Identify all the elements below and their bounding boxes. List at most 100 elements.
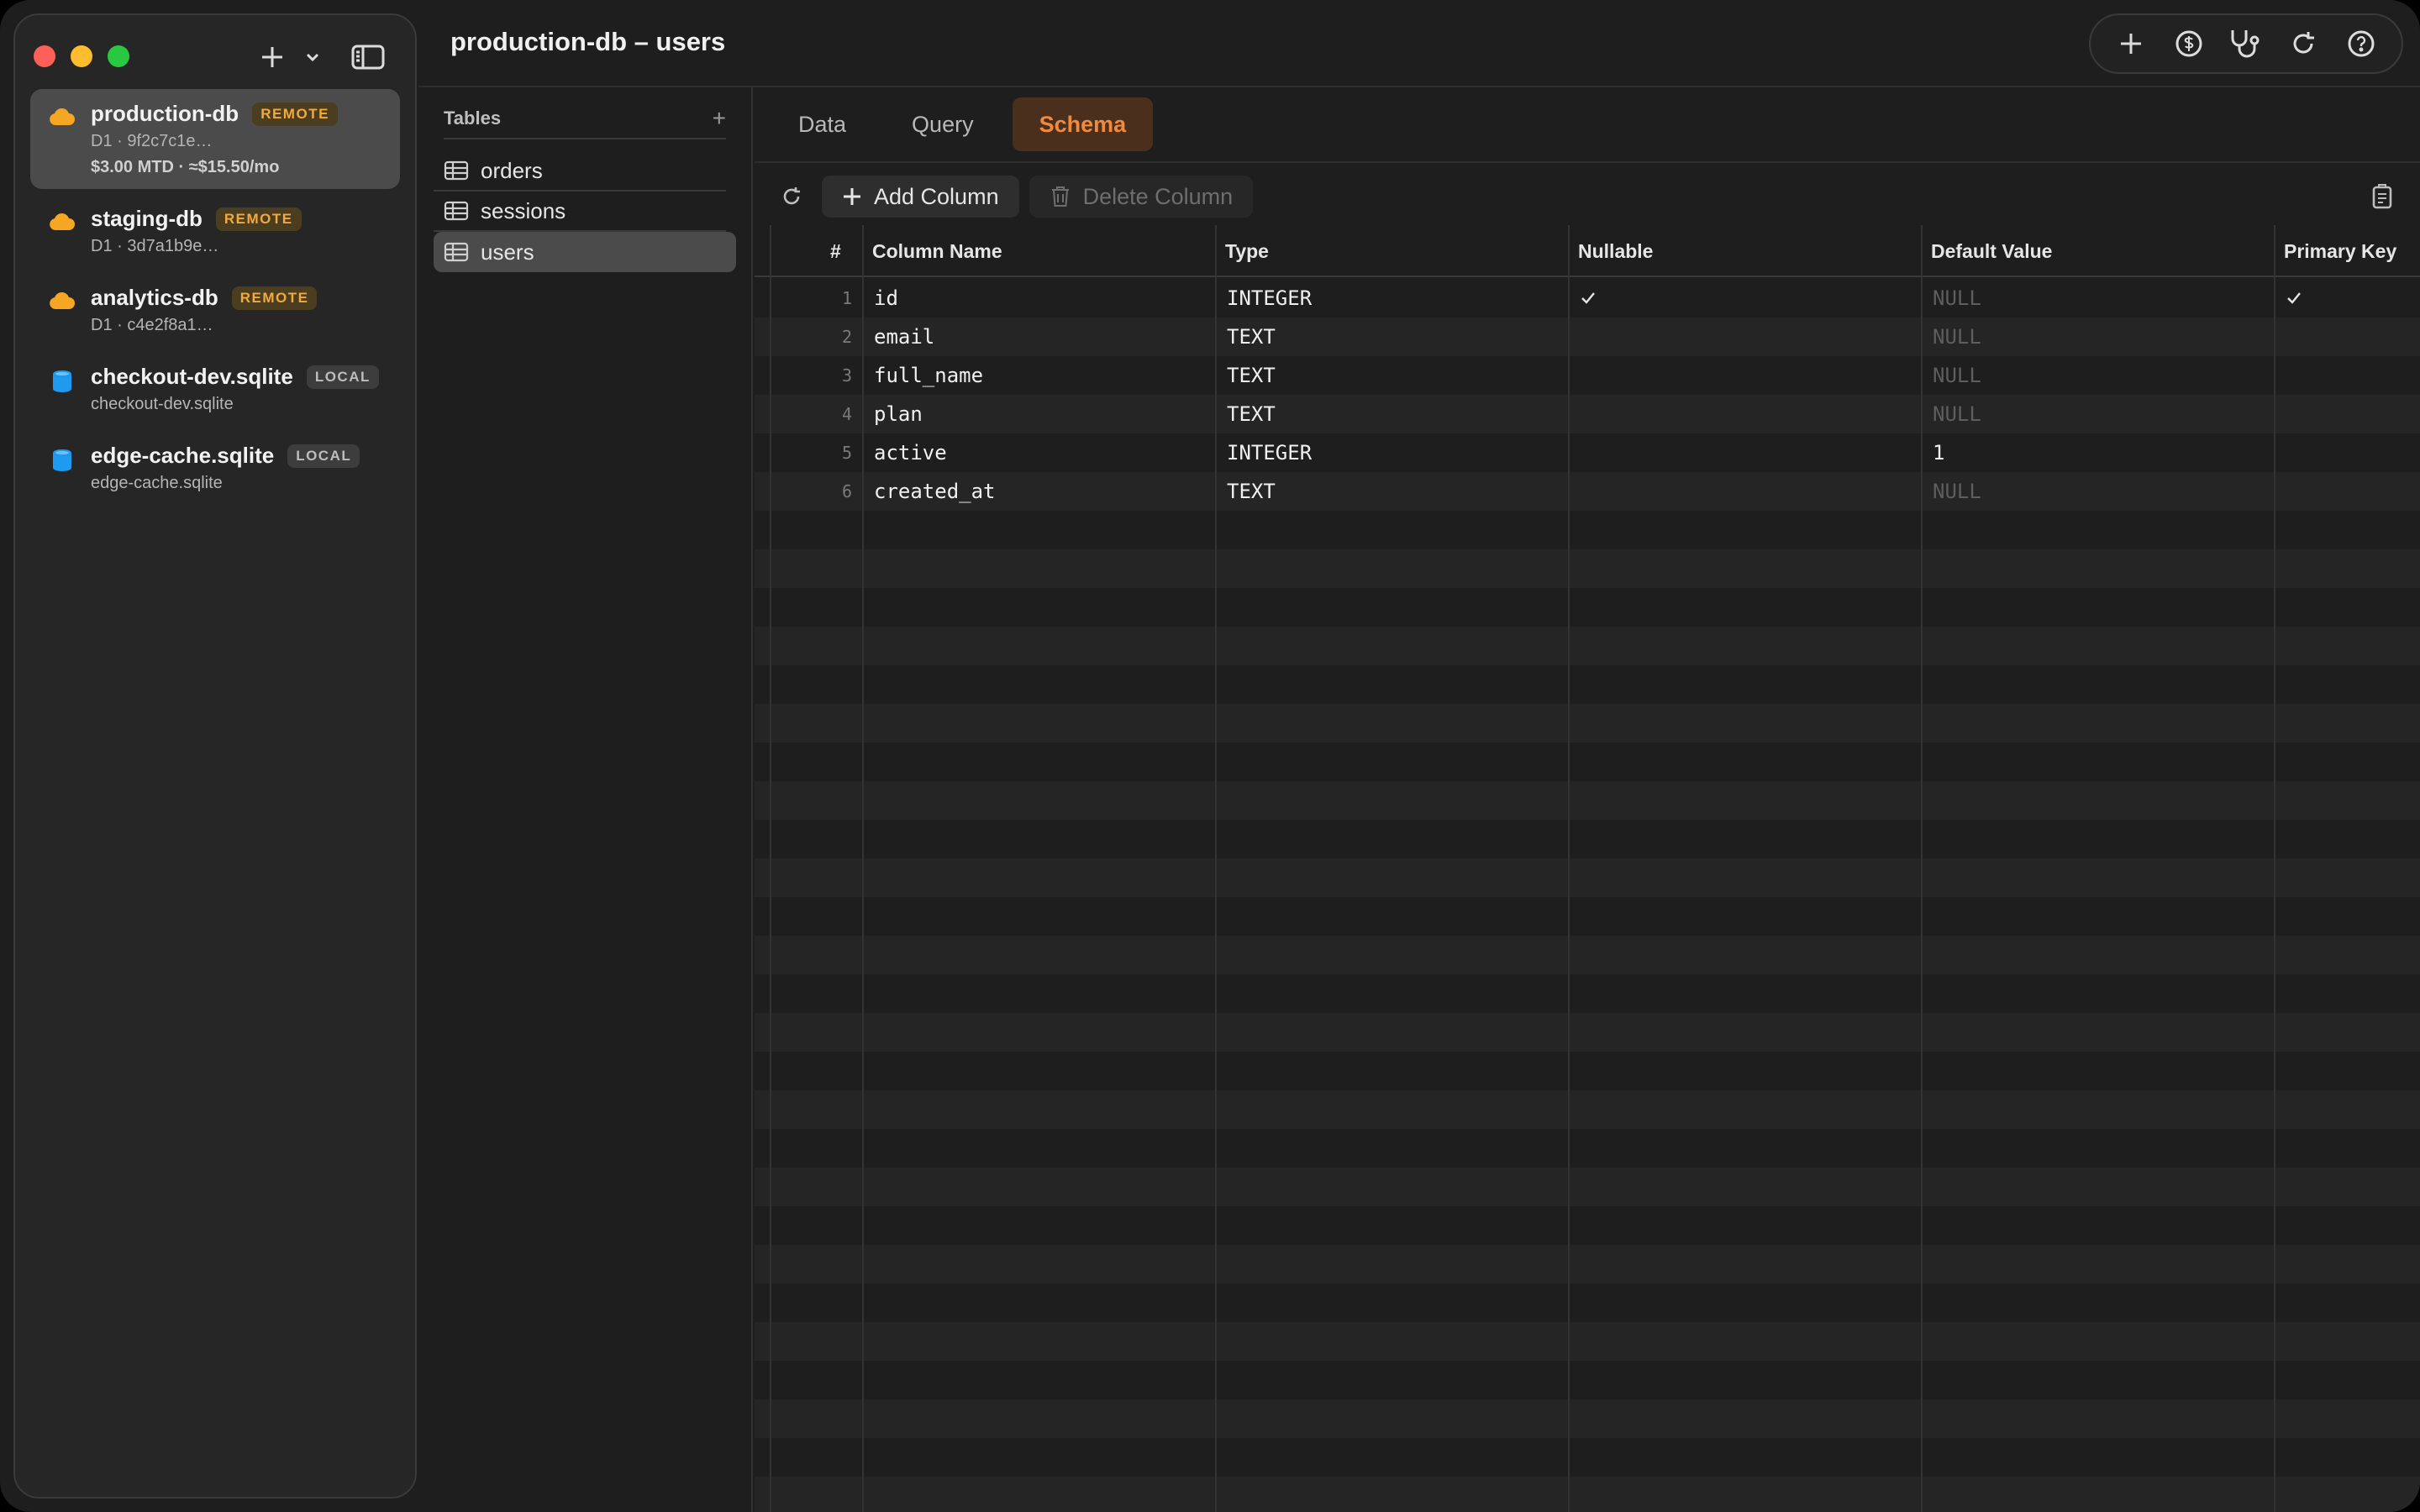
window-controls: [34, 45, 129, 67]
database-name-row: checkout-dev.sqlite LOCAL: [91, 364, 383, 390]
table-item-sessions[interactable]: sessions: [434, 192, 726, 232]
tab-data[interactable]: Data: [771, 97, 873, 151]
table-item-orders[interactable]: orders: [434, 151, 726, 192]
plus-icon: [844, 188, 860, 205]
default-value-cell[interactable]: NULL: [1933, 279, 1981, 318]
schema-row[interactable]: 3 full_name TEXT NULL: [755, 356, 2420, 395]
minimize-window-button[interactable]: [71, 45, 92, 67]
column-divider: [862, 225, 864, 1512]
column-divider: [2274, 225, 2275, 1512]
add-column-label: Add Column: [874, 183, 999, 209]
schema-row[interactable]: 1 id INTEGER NULL: [755, 279, 2420, 318]
toggle-sidebar-button[interactable]: [348, 37, 388, 77]
table-item-users[interactable]: users: [434, 232, 736, 272]
column-header[interactable]: #: [830, 225, 841, 277]
add-database-button[interactable]: [252, 37, 292, 77]
copy-schema-button[interactable]: [2363, 176, 2403, 217]
chevron-down-icon: [306, 53, 319, 62]
table-item-label: orders: [481, 157, 543, 183]
column-name-cell[interactable]: plan: [874, 395, 923, 433]
database-item[interactable]: analytics-db REMOTE D1 · c4e2f8a1…: [30, 273, 400, 347]
database-name: staging-db: [91, 206, 203, 231]
database-cost: $3.00 MTD · ≈$15.50/mo: [91, 158, 280, 176]
billing-button[interactable]: [2167, 22, 2211, 66]
cloud-icon: [50, 213, 75, 230]
column-header[interactable]: Default Value: [1931, 225, 2052, 277]
default-value-cell[interactable]: NULL: [1933, 395, 1981, 433]
table-icon: [444, 160, 469, 181]
database-name: production-db: [91, 101, 239, 126]
database-badge: LOCAL: [306, 365, 379, 389]
database-item[interactable]: production-db REMOTE D1 · 9f2c7c1e… $3.00 M…: [30, 89, 400, 189]
column-name-cell[interactable]: active: [874, 433, 947, 472]
schema-grid: # Column Name Type Nullable Default Value Pri…: [755, 225, 2420, 1512]
column-name-cell[interactable]: email: [874, 318, 934, 356]
column-name-cell[interactable]: full_name: [874, 356, 983, 395]
default-value-cell[interactable]: NULL: [1933, 356, 1981, 395]
main-toolbar: [2089, 13, 2403, 74]
row-number: 1: [841, 288, 852, 308]
default-value-cell[interactable]: NULL: [1933, 318, 1981, 356]
tab-schema[interactable]: Schema: [1012, 97, 1154, 151]
row-number: 2: [841, 327, 852, 347]
main-pane: Data Query Schema Add Column Delete Column…: [755, 87, 2420, 1512]
new-button[interactable]: [2109, 22, 2153, 66]
type-cell[interactable]: INTEGER: [1227, 433, 1312, 472]
add-column-button[interactable]: Add Column: [822, 176, 1019, 218]
column-header[interactable]: Type: [1225, 225, 1269, 277]
checkmark-icon: [1581, 292, 1595, 304]
close-window-button[interactable]: [34, 45, 55, 67]
database-name: checkout-dev.sqlite: [91, 364, 293, 389]
schema-grid-rows: 1 id INTEGER NULL 2 email TEXT NULL 3 full_name TE…: [755, 279, 2420, 1512]
schema-row[interactable]: 4 plan TEXT NULL: [755, 395, 2420, 433]
sidebar-toolbar: [252, 37, 388, 77]
type-cell[interactable]: TEXT: [1227, 395, 1276, 433]
schema-row[interactable]: 2 email TEXT NULL: [755, 318, 2420, 356]
tab-query[interactable]: Query: [885, 97, 1001, 151]
refresh-icon: [783, 187, 800, 205]
clipboard-icon: [2372, 184, 2392, 209]
delete-column-button[interactable]: Delete Column: [1028, 176, 1254, 218]
column-divider: [1215, 225, 1217, 1512]
database-subtitle: checkout-dev.sqlite: [91, 395, 234, 413]
row-number: 5: [841, 443, 852, 463]
database-name-row: staging-db REMOTE: [91, 206, 383, 232]
reload-schema-button[interactable]: [771, 176, 812, 217]
column-header[interactable]: Column Name: [872, 225, 1002, 277]
plus-icon: [2121, 34, 2142, 54]
column-divider: [770, 225, 771, 1512]
refresh-button[interactable]: [2281, 22, 2325, 66]
primary-key-cell[interactable]: [2286, 279, 2302, 318]
stethoscope-icon: [2231, 30, 2260, 58]
default-value-cell[interactable]: 1: [1933, 433, 1944, 472]
delete-column-label: Delete Column: [1082, 183, 1234, 209]
type-cell[interactable]: TEXT: [1227, 472, 1276, 511]
database-item[interactable]: checkout-dev.sqlite LOCAL checkout-dev.sql…: [30, 352, 400, 426]
database-item[interactable]: edge-cache.sqlite LOCAL edge-cache.sqlite: [30, 431, 400, 505]
add-table-button[interactable]: +: [713, 105, 726, 132]
zoom-window-button[interactable]: [108, 45, 129, 67]
checkmark-icon: [2287, 292, 2301, 304]
help-button[interactable]: [2339, 22, 2383, 66]
column-header[interactable]: Nullable: [1578, 225, 1653, 277]
type-cell[interactable]: INTEGER: [1227, 279, 1312, 318]
schema-row[interactable]: 5 active INTEGER 1: [755, 433, 2420, 472]
health-check-button[interactable]: [2224, 22, 2268, 66]
database-name: edge-cache.sqlite: [91, 443, 275, 468]
type-cell[interactable]: TEXT: [1227, 318, 1276, 356]
type-cell[interactable]: TEXT: [1227, 356, 1276, 395]
database-name-row: edge-cache.sqlite LOCAL: [91, 443, 383, 469]
database-item[interactable]: staging-db REMOTE D1 · 3d7a1b9e…: [30, 194, 400, 268]
nullable-cell[interactable]: [1580, 279, 1597, 318]
column-header[interactable]: Primary Key: [2284, 225, 2396, 277]
table-item-label: sessions: [481, 197, 566, 223]
table-list: orders sessions users: [434, 151, 736, 272]
add-database-menu-button[interactable]: [292, 37, 333, 77]
table-icon: [444, 242, 469, 262]
default-value-cell[interactable]: NULL: [1933, 472, 1981, 511]
column-name-cell[interactable]: id: [874, 279, 898, 318]
schema-row[interactable]: 6 created_at TEXT NULL: [755, 472, 2420, 511]
database-badge: REMOTE: [252, 102, 338, 126]
column-name-cell[interactable]: created_at: [874, 472, 996, 511]
schema-grid-header: # Column Name Type Nullable Default Value Pri…: [755, 225, 2420, 277]
